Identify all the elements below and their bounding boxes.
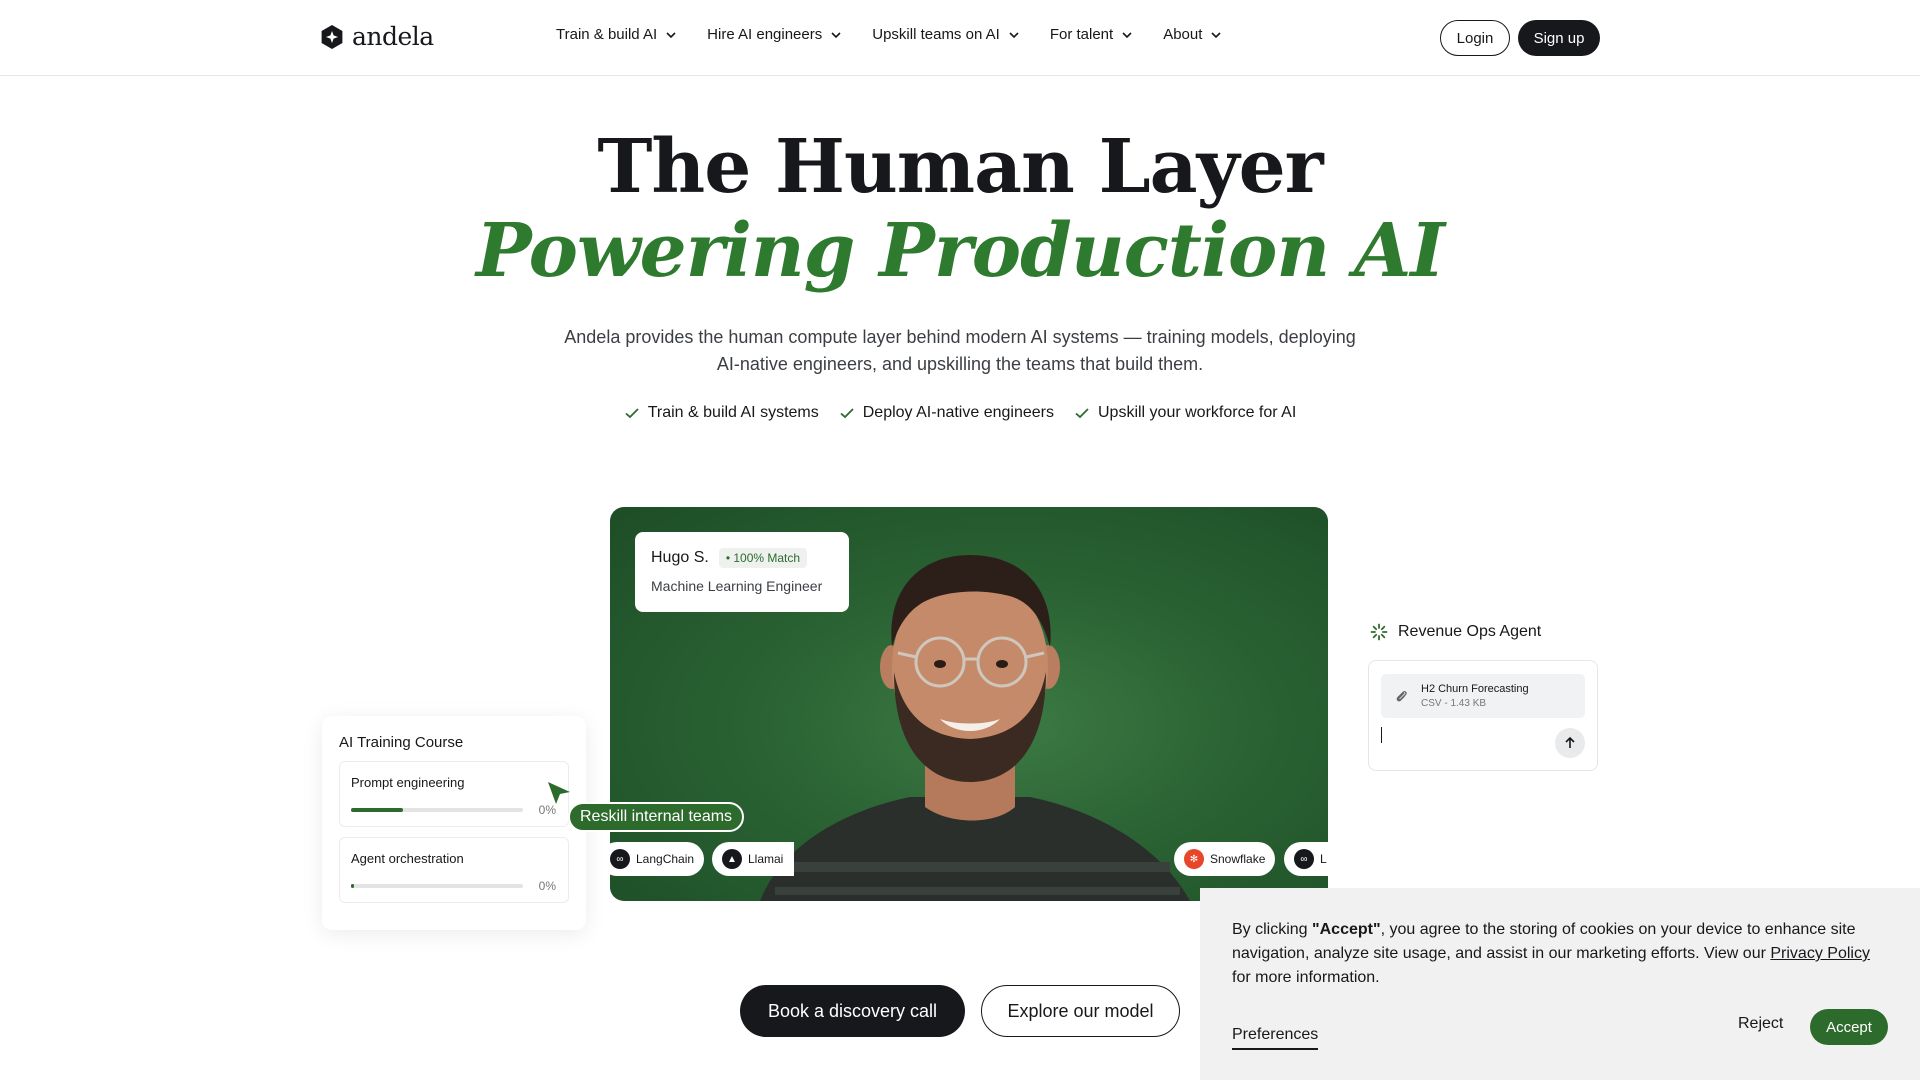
cursor-arrow-icon [548,782,570,804]
agent-title: Revenue Ops Agent [1398,623,1542,640]
hero-title: The Human Layer [597,124,1323,210]
feature-item: Deploy AI-native engineers [839,404,1054,422]
andela-logo-icon [321,24,343,49]
privacy-policy-link[interactable]: Privacy Policy [1770,945,1870,962]
check-icon [1075,408,1089,419]
feature-item: Upskill your workforce for AI [1074,404,1296,422]
training-title: AI Training Course [339,734,464,751]
feature-label: Upskill your workforce for AI [1097,404,1297,421]
login-button[interactable]: Login [1440,20,1510,56]
agent-header: Revenue Ops Agent [1370,623,1541,641]
course-progress-track [351,884,523,888]
nav-label: For talent [1049,26,1114,43]
text-caret[interactable] [1381,727,1382,743]
feature-label: Train & build AI systems [647,404,819,421]
reskill-teams-pill: Reskill internal teams [568,802,745,832]
cookie-banner: By clicking "Accept", you agree to the s… [1200,888,1920,1080]
candidate-name: Hugo S. [651,549,709,566]
loading-spinner-icon [1370,623,1388,641]
hero-description: Andela provides the human compute layer … [564,327,1356,374]
langchain-icon: ∞ [610,849,630,869]
andela-logo[interactable]: andela [318,22,434,51]
tag-label: L [1320,852,1327,866]
attached-file[interactable]: H2 Churn Forecasting CSV - 1.43 KB [1381,674,1585,718]
candidate-role: Machine Learning Engineer [651,578,823,594]
hero-video-card[interactable]: Hugo S. • 100% Match Machine Learning En… [610,507,1328,901]
paperclip-icon [1396,690,1407,702]
book-discovery-call-button[interactable]: Book a discovery call [740,985,965,1037]
chevron-down-icon [1211,31,1221,38]
candidate-match-card: Hugo S. • 100% Match Machine Learning En… [635,532,849,612]
cookie-accept-button[interactable]: Accept [1810,1009,1888,1045]
signup-button[interactable]: Sign up [1518,20,1600,56]
send-button[interactable] [1555,728,1585,758]
course-progress-fill [351,884,355,888]
course-percent: 0% [538,879,556,893]
ai-training-course-card: AI Training Course Prompt engineering 0%… [322,716,586,930]
main-nav: Train & build AI Hire AI engineers Upski… [556,26,1222,43]
chevron-down-icon [1122,31,1132,38]
arrow-up-icon [1565,736,1575,748]
match-badge: • 100% Match [718,548,808,568]
tech-tag-snowflake: ✻ Snowflake [1174,842,1276,876]
nav-item-about[interactable]: About [1163,26,1222,43]
chevron-down-icon [666,31,676,38]
cookie-text-prefix: By clicking [1232,921,1313,938]
check-icon [625,408,639,419]
cookie-text-accept-quote: "Accept" [1312,921,1381,938]
course-item[interactable]: Agent orchestration 0% [339,837,569,903]
feature-label: Deploy AI-native engineers [862,404,1054,421]
tech-tag-langchain: ∞ LangChain [610,842,705,876]
file-meta: CSV - 1.43 KB [1421,698,1487,709]
explore-model-button[interactable]: Explore our model [981,985,1180,1037]
check-icon [840,408,854,419]
nav-label: Train & build AI [556,26,658,43]
logo-text: andela [352,22,434,51]
nav-item-for-talent[interactable]: For talent [1050,26,1133,43]
cookie-reject-button[interactable]: Reject [1738,1015,1783,1033]
tag-label: Snowflake [1210,852,1266,866]
chevron-down-icon [1009,31,1019,38]
nav-label: Upskill teams on AI [872,26,1000,43]
langchain-icon: ∞ [1294,849,1314,869]
cookie-text: By clicking "Accept", you agree to the s… [1232,918,1892,990]
tag-label: Llamai [748,852,784,866]
course-progress-track [351,808,523,812]
site-header: andela Train & build AI Hire AI engineer… [0,0,1920,76]
nav-item-hire-ai-engineers[interactable]: Hire AI engineers [707,26,842,43]
llama-icon: ▲ [722,849,742,869]
agent-chat-card: H2 Churn Forecasting CSV - 1.43 KB [1368,660,1598,771]
hero-title-accent: Powering Production AI [475,208,1445,294]
course-progress-fill [351,808,403,812]
course-item[interactable]: Prompt engineering 0% [339,761,569,827]
cookie-preferences-button[interactable]: Preferences [1232,1026,1319,1050]
chevron-down-icon [831,31,841,38]
tech-tag-llama: ▲ Llamai [712,842,794,876]
nav-label: Hire AI engineers [707,26,823,43]
nav-item-train-build-ai[interactable]: Train & build AI [556,26,677,43]
course-name: Agent orchestration [351,851,464,866]
feature-item: Train & build AI systems [624,404,819,422]
file-name: H2 Churn Forecasting [1421,683,1529,695]
nav-label: About [1163,26,1203,43]
course-name: Prompt engineering [351,775,465,790]
tech-tag-partial: ∞ L [1284,842,1328,876]
snowflake-icon: ✻ [1184,849,1204,869]
nav-item-upskill-teams[interactable]: Upskill teams on AI [872,26,1020,43]
hero-feature-list: Train & build AI systems Deploy AI-nativ… [0,404,1920,422]
cookie-text-suffix: for more information. [1232,969,1380,986]
tag-label: LangChain [636,852,695,866]
